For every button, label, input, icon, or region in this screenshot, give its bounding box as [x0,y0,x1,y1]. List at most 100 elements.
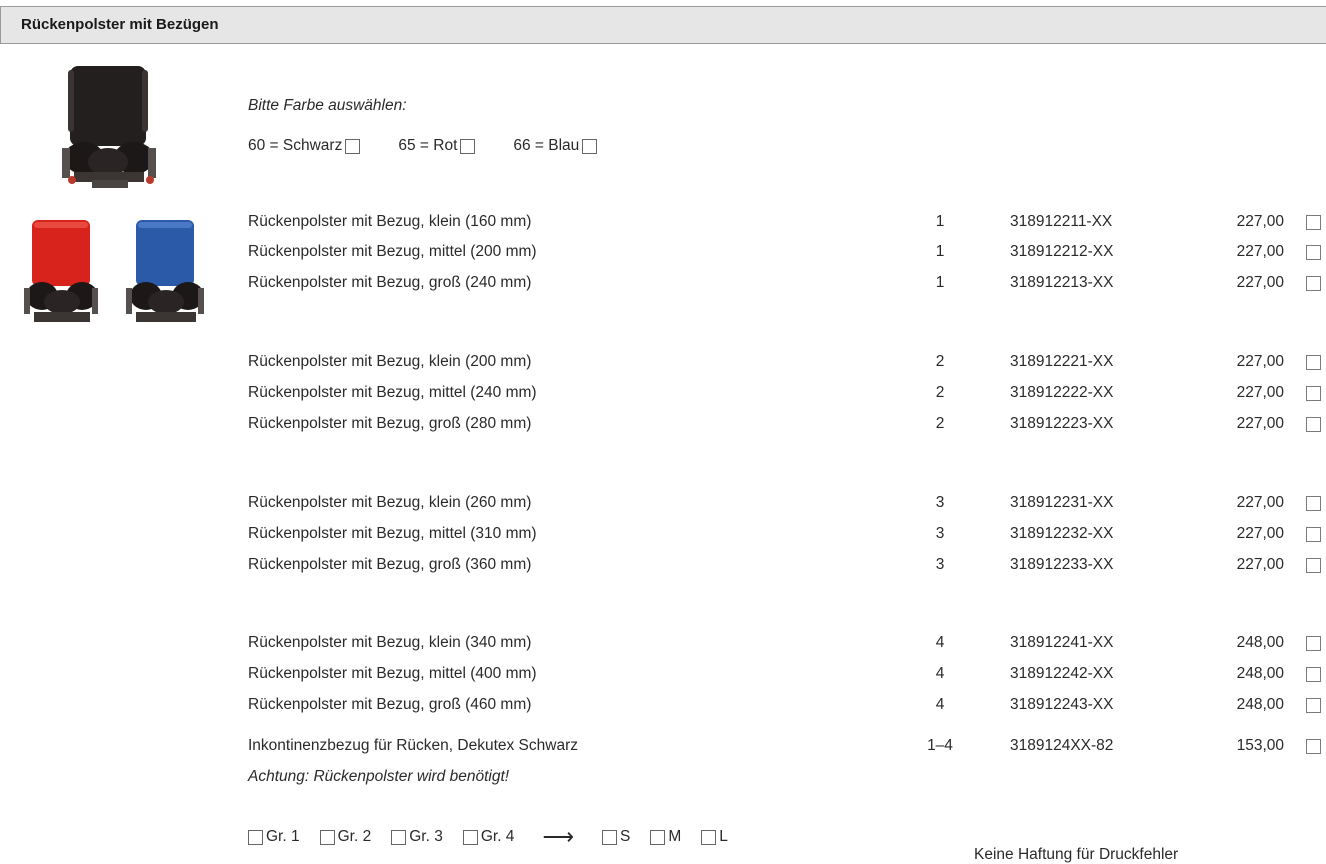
product-description: Rückenpolster mit Bezug, klein (260 mm) [248,494,532,511]
product-size: 1–4 [927,737,953,754]
product-order-checkbox[interactable] [1306,667,1321,682]
product-size: 3 [935,525,945,542]
product-description: Rückenpolster mit Bezug, mittel (400 mm) [248,665,537,682]
product-size: 1 [935,213,945,230]
product-description: Rückenpolster mit Bezug, klein (340 mm) [248,634,532,651]
product-price: 153,00 [1236,737,1284,754]
product-size: 4 [935,665,945,682]
size-checkbox-l[interactable] [701,829,717,845]
product-row: Rückenpolster mit Bezug, mittel (400 mm)… [0,665,1326,687]
product-article-number: 318912223-XX [1010,415,1114,432]
product-order-checkbox[interactable] [1306,527,1321,542]
product-row: Rückenpolster mit Bezug, mittel (310 mm)… [0,525,1326,547]
product-row: Rückenpolster mit Bezug, mittel (240 mm)… [0,384,1326,406]
group-option-1: Gr. 1 [248,828,300,846]
product-article-number: 318912212-XX [1010,243,1114,260]
product-price: 227,00 [1236,213,1284,230]
group-label: Gr. 2 [337,828,372,845]
product-article-number: 318912213-XX [1010,274,1114,291]
product-price: 227,00 [1236,525,1284,542]
product-article-number: 318912221-XX [1010,353,1114,370]
product-size: 1 [935,274,945,291]
product-row: Rückenpolster mit Bezug, groß (360 mm) 3… [0,556,1326,578]
warning-note: Achtung: Rückenpolster wird benötigt! [248,768,510,785]
product-description: Rückenpolster mit Bezug, groß (240 mm) [248,274,532,291]
product-row: Rückenpolster mit Bezug, mittel (200 mm)… [0,243,1326,265]
size-option-s: S [601,828,631,846]
group-checkbox-3[interactable] [391,829,407,845]
product-size: 1 [935,243,945,260]
product-size: 2 [935,415,945,432]
product-price: 227,00 [1236,384,1284,401]
size-checkbox-m[interactable] [650,829,666,845]
product-size: 2 [935,353,945,370]
product-article-number: 318912242-XX [1010,665,1114,682]
product-price: 227,00 [1236,415,1284,432]
product-article-number: 318912233-XX [1010,556,1114,573]
product-row: Rückenpolster mit Bezug, groß (240 mm) 1… [0,274,1326,296]
size-option-l: L [701,828,728,846]
product-order-checkbox[interactable] [1306,417,1321,432]
product-description: Inkontinenzbezug für Rücken, Dekutex Sch… [248,737,578,754]
product-article-number: 318912241-XX [1010,634,1114,651]
product-size: 3 [935,494,945,511]
product-row: Rückenpolster mit Bezug, groß (280 mm) 2… [0,415,1326,437]
product-price: 248,00 [1236,634,1284,651]
product-article-number: 318912211-XX [1010,213,1113,230]
product-description: Rückenpolster mit Bezug, klein (200 mm) [248,353,532,370]
disclaimer-note: Keine Haftung für Druckfehler [974,846,1179,863]
product-size: 4 [935,634,945,651]
product-price: 227,00 [1236,274,1284,291]
product-article-number: 318912243-XX [1010,696,1114,713]
product-row-incontinence-cover: Inkontinenzbezug für Rücken, Dekutex Sch… [0,737,1326,759]
product-article-number: 318912222-XX [1010,384,1114,401]
product-order-checkbox[interactable] [1306,496,1321,511]
size-option-m: M [650,828,681,846]
product-article-number: 318912232-XX [1010,525,1114,542]
product-description: Rückenpolster mit Bezug, groß (460 mm) [248,696,532,713]
product-size: 4 [935,696,945,713]
product-price: 227,00 [1236,243,1284,260]
product-order-checkbox[interactable] [1306,355,1321,370]
size-label: M [668,828,682,845]
group-checkbox-1[interactable] [248,829,263,845]
product-description: Rückenpolster mit Bezug, groß (360 mm) [248,556,532,573]
product-price: 227,00 [1236,494,1284,511]
product-row: Rückenpolster mit Bezug, klein (200 mm) … [0,353,1326,375]
product-order-checkbox[interactable] [1306,386,1321,401]
product-price: 248,00 [1236,696,1284,713]
product-order-checkbox[interactable] [1306,276,1321,291]
size-selector: Gr. 1 Gr. 2 Gr. 3 Gr. 4 ⟶ S M L [248,826,748,848]
product-size: 3 [935,556,945,573]
product-description: Rückenpolster mit Bezug, klein (160 mm) [248,213,532,230]
group-label: Gr. 3 [409,828,443,845]
arrow-right-icon: ⟶ [542,824,574,849]
product-price: 227,00 [1236,353,1284,370]
product-description: Rückenpolster mit Bezug, mittel (200 mm) [248,243,537,260]
group-option-4: Gr. 4 [462,828,515,846]
product-order-checkbox[interactable] [1306,245,1321,260]
product-row: Rückenpolster mit Bezug, groß (460 mm) 4… [0,696,1326,718]
product-description: Rückenpolster mit Bezug, mittel (310 mm) [248,525,537,542]
product-list: Rückenpolster mit Bezug, klein (160 mm) … [0,0,1326,863]
product-size: 2 [935,384,945,401]
product-order-checkbox[interactable] [1306,698,1321,713]
size-checkbox-s[interactable] [601,829,617,845]
product-order-checkbox[interactable] [1306,215,1321,230]
size-label: S [619,828,631,845]
product-order-checkbox[interactable] [1306,636,1321,651]
group-checkbox-2[interactable] [319,829,335,845]
product-row: Rückenpolster mit Bezug, klein (160 mm) … [0,213,1326,235]
group-label: Gr. 4 [480,828,515,845]
product-order-checkbox[interactable] [1306,739,1321,754]
product-description: Rückenpolster mit Bezug, mittel (240 mm) [248,384,537,401]
product-price: 248,00 [1236,665,1284,682]
size-label: L [719,828,728,845]
group-checkbox-4[interactable] [462,829,478,845]
product-description: Rückenpolster mit Bezug, groß (280 mm) [248,415,532,432]
product-row: Rückenpolster mit Bezug, klein (260 mm) … [0,494,1326,516]
product-row: Rückenpolster mit Bezug, klein (340 mm) … [0,634,1326,656]
group-option-2: Gr. 2 [319,828,372,846]
product-article-number: 318912231-XX [1010,494,1114,511]
product-order-checkbox[interactable] [1306,558,1321,573]
